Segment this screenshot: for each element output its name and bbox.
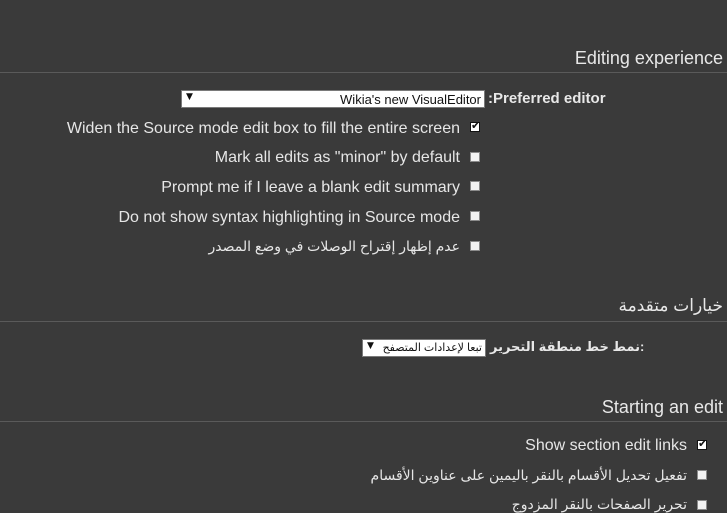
section-divider [0,321,727,322]
font-style-select[interactable]: ▼ تبعا لإعدادات المتصفح [362,339,486,357]
option-widen-source-checkbox[interactable]: ✔ [470,119,480,132]
option-minor-edits-label: Mark all edits as "minor" by default [214,149,460,166]
section-title-editing-experience: Editing experience [574,48,723,68]
option-syntax-highlight-checkbox[interactable] [470,211,480,221]
option-blank-summary-label: Prompt me if I leave a blank edit summar… [161,179,460,196]
font-style-label: نمط خط منطقة التحرير: [490,339,645,354]
preferred-editor-value: Wikia's new VisualEditor [340,92,481,107]
option-rightclick-edit-checkbox[interactable] [697,470,707,480]
option-blank-summary-checkbox[interactable] [470,181,480,191]
option-syntax-highlight-label: Do not show syntax highlighting in Sourc… [118,209,460,226]
option-section-edit-links-checkbox[interactable]: ✔ [697,437,707,450]
section-divider [0,421,727,422]
section-title-advanced: خيارات متقدمة [618,296,723,315]
check-icon: ✔ [471,119,481,132]
option-rightclick-edit-label: تفعيل تحديل الأقسام بالنقر باليمين على ع… [370,467,687,483]
font-style-value: تبعا لإعدادات المتصفح [382,342,482,354]
option-section-edit-links-label: Show section edit links [525,437,687,454]
option-minor-edits-checkbox[interactable] [470,152,480,162]
option-doubleclick-edit-label: تحرير الصفحات بالنقر المزدوج [511,496,687,512]
option-link-suggest-checkbox[interactable] [470,241,480,251]
section-divider [0,72,727,73]
chevron-down-icon: ▼ [186,92,193,102]
preferred-editor-label: :Preferred editor [488,90,606,107]
preferred-editor-select[interactable]: ▼ Wikia's new VisualEditor [181,90,485,108]
check-icon: ✔ [698,437,708,450]
option-widen-source-label: Widen the Source mode edit box to fill t… [66,120,460,137]
chevron-down-icon: ▼ [367,341,374,351]
section-title-starting-edit: Starting an edit [601,397,723,417]
option-doubleclick-edit-checkbox[interactable] [697,500,707,510]
option-link-suggest-label: عدم إظهار إقتراح الوصلات في وضع المصدر [208,238,460,254]
